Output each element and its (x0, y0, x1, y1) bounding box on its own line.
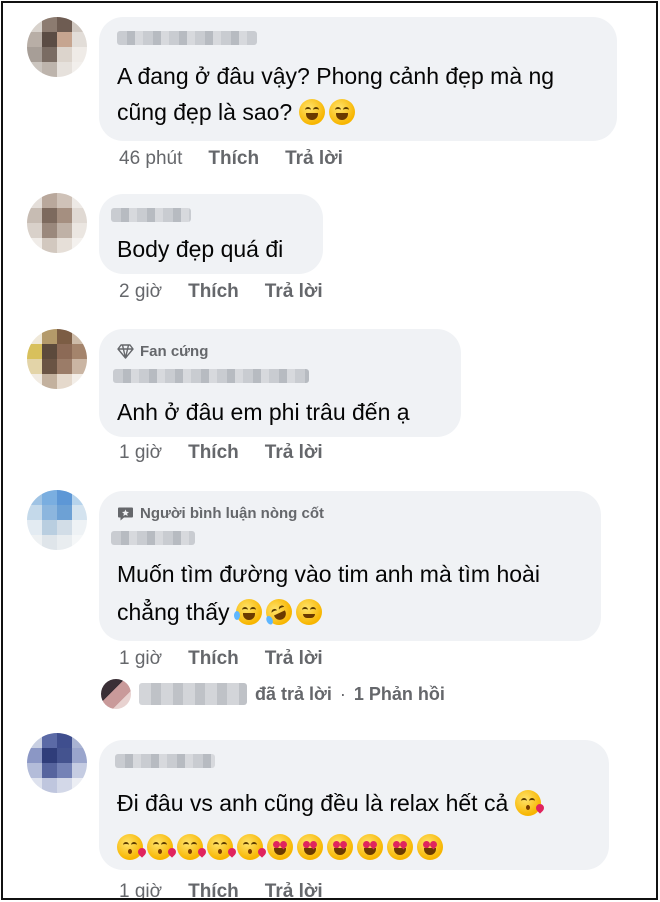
reply-button[interactable]: Trả lời (265, 442, 323, 464)
comment-actions: 1 giờ Thích Trả lời (119, 442, 323, 464)
heart-eyes-emoji-icon (417, 834, 443, 860)
badge-top-commenter: Người bình luận nòng cốt (117, 505, 324, 522)
rofl-emoji-icon (261, 594, 297, 630)
kissing-heart-emoji-icon (177, 834, 208, 860)
tears-of-joy-emoji-icon (233, 599, 262, 625)
kissing-heart-emoji-icon (207, 834, 238, 860)
comment-actions: 46 phút Thích Trả lời (119, 148, 343, 170)
replier-avatar (101, 679, 131, 709)
comment-text-line-2: cũng đẹp là sao? (117, 95, 359, 129)
grin-squint-emoji-icon (328, 99, 355, 125)
comment-actions: 1 giờ Thích Trả lời (119, 648, 323, 670)
badge-label: Người bình luận nòng cốt (140, 505, 324, 522)
heart-eyes-emoji-icon (267, 834, 293, 860)
comment-bubble: Người bình luận nòng cốt Muốn tìm đường … (99, 491, 601, 641)
comment-text-line-1: Anh ở đâu em phi trâu đến ạ (117, 399, 410, 425)
smiling-blush-emoji-icon (295, 599, 322, 625)
badge-fan-cung: Fan cứng (117, 343, 208, 360)
comment-timestamp[interactable]: 1 giờ (119, 881, 162, 898)
screenshot-frame: A đang ở đâu vậy? Phong cảnh đẹp mà ng c… (1, 1, 658, 900)
comment-text-line-1: Đi đâu vs anh cũng đều là relax hết cả (117, 786, 546, 820)
heart-eyes-emoji-icon (297, 834, 323, 860)
reply-button[interactable]: Trả lời (285, 148, 343, 170)
like-button[interactable]: Thích (188, 281, 239, 303)
kissing-heart-emoji-icon (117, 834, 148, 860)
comment-timestamp[interactable]: 46 phút (119, 148, 182, 170)
heart-eyes-emoji-icon (387, 834, 413, 860)
comment-badge-icon (118, 507, 133, 520)
comment-timestamp[interactable]: 1 giờ (119, 442, 162, 464)
reply-count-label[interactable]: 1 Phản hồi (354, 684, 445, 705)
reply-button[interactable]: Trả lời (265, 881, 323, 898)
comment-actions: 1 giờ Thích Trả lời (119, 881, 323, 898)
commenter-avatar[interactable] (27, 17, 87, 77)
commenter-name-blurred[interactable] (111, 531, 195, 545)
kissing-heart-emoji-icon (514, 790, 546, 816)
comment-timestamp[interactable]: 1 giờ (119, 648, 162, 670)
comment-bubble: A đang ở đâu vậy? Phong cảnh đẹp mà ng c… (99, 17, 617, 141)
commenter-name-blurred[interactable] (111, 208, 191, 222)
comment-bubble: Body đẹp quá đi (99, 194, 323, 274)
diamond-icon (117, 344, 134, 359)
commenter-avatar[interactable] (27, 733, 87, 793)
heart-eyes-emoji-icon (357, 834, 383, 860)
heart-eyes-emoji-icon (327, 834, 353, 860)
badge-label: Fan cứng (140, 343, 209, 360)
commenter-avatar[interactable] (27, 193, 87, 253)
view-replies-link[interactable]: đã trả lời · 1 Phản hồi (101, 679, 445, 709)
reply-button[interactable]: Trả lời (265, 648, 323, 670)
comment-timestamp[interactable]: 2 giờ (119, 281, 162, 303)
commenter-name-blurred[interactable] (117, 31, 257, 45)
replier-name-blurred (139, 683, 247, 705)
comment-text-line-1: Body đẹp quá đi (117, 236, 284, 262)
like-button[interactable]: Thích (188, 881, 239, 898)
comment-actions: 2 giờ Thích Trả lời (119, 281, 323, 303)
like-button[interactable]: Thích (208, 148, 259, 170)
kissing-heart-emoji-icon (237, 834, 268, 860)
comment-bubble: Đi đâu vs anh cũng đều là relax hết cả (99, 740, 609, 870)
commenter-name-blurred[interactable] (113, 369, 309, 383)
comment-emoji-line (117, 830, 447, 864)
comment-text-line-2: chẳng thấy (117, 594, 326, 630)
separator-dot: · (339, 683, 346, 704)
commenter-name-blurred[interactable] (115, 754, 215, 768)
like-button[interactable]: Thích (188, 648, 239, 670)
comment-text-line-1: Muốn tìm đường vào tim anh mà tìm hoài (117, 561, 540, 587)
grin-squint-emoji-icon (298, 99, 325, 125)
commenter-avatar[interactable] (27, 490, 87, 550)
kissing-heart-emoji-icon (147, 834, 178, 860)
comment-bubble: Fan cứng Anh ở đâu em phi trâu đến ạ (99, 329, 461, 437)
reply-button[interactable]: Trả lời (265, 281, 323, 303)
commenter-avatar[interactable] (27, 329, 87, 389)
comment-text-line-1: A đang ở đâu vậy? Phong cảnh đẹp mà ng (117, 63, 555, 89)
like-button[interactable]: Thích (188, 442, 239, 464)
replied-label: đã trả lời (255, 683, 332, 704)
